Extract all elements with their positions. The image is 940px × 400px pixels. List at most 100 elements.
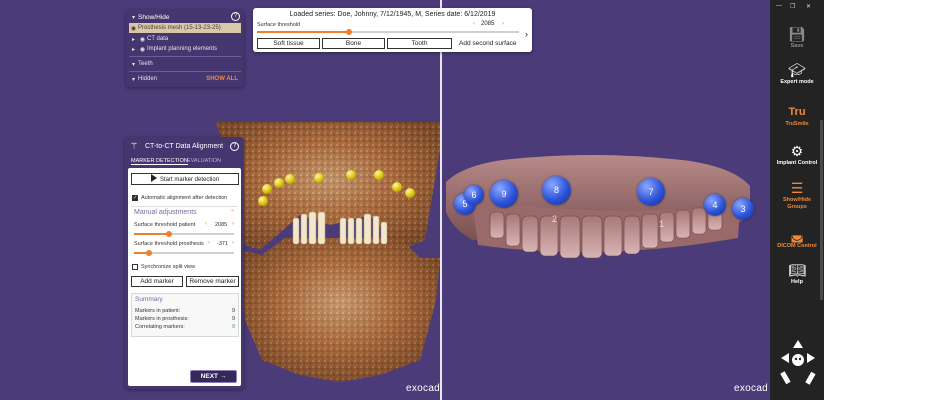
next-label: NEXT (200, 373, 219, 380)
wizard-navigation-icon[interactable] (779, 338, 817, 386)
sidebar-item-help[interactable]: 📖︎ Help (770, 262, 824, 286)
eye-icon[interactable]: ◉ (138, 46, 147, 53)
start-button-label: Start marker detection (159, 177, 220, 183)
add-second-surface-button[interactable]: Add second surface (459, 40, 516, 47)
window-background (824, 0, 940, 400)
decrease-icon[interactable]: ‹ (205, 221, 207, 227)
sidebar-item-trusmile[interactable]: Tru TruSmile (770, 104, 824, 128)
prosthesis-marker-4[interactable]: 4 (704, 194, 726, 216)
threshold-value: 2085 (481, 21, 495, 27)
ct-marker (258, 196, 268, 206)
auto-align-label: Automatic alignment after detection (141, 195, 228, 201)
eye-icon[interactable]: ◉ (129, 25, 138, 32)
sidebar-item-save[interactable]: 💾︎ Save (770, 26, 824, 50)
ct-alignment-panel: ⚚ CT-to-CT Data Alignment ? MARKER DETEC… (125, 137, 244, 389)
tab-evaluation[interactable]: EVALUATION (187, 158, 221, 164)
dicom-icon: ◛ (790, 226, 804, 242)
show-hide-item-implant-planning[interactable]: ▸ ◉ Implant planning elements (129, 44, 241, 54)
increase-icon[interactable]: › (232, 240, 234, 246)
prosthesis-threshold-slider[interactable] (134, 250, 234, 256)
sidebar-item-label: Help (791, 279, 803, 285)
increase-icon[interactable]: › (232, 221, 234, 227)
series-toolbar: Loaded series: Doe, Johnny, 7/12/1945, M… (253, 8, 532, 52)
prosthesis-marker-6[interactable]: 6 (464, 185, 484, 205)
show-hide-item-label: Teeth (138, 61, 153, 67)
prosthesis-marker-9[interactable]: 9 (490, 180, 518, 208)
eye-icon[interactable]: ◉ (138, 36, 147, 43)
tooth-button[interactable]: Tooth (387, 38, 452, 49)
show-hide-title: Show/Hide (138, 13, 170, 21)
sidebar-item-dicom-control[interactable]: ◛ DICOM Control (770, 226, 824, 250)
start-marker-detection-button[interactable]: Start marker detection (131, 173, 239, 185)
ct-marker (392, 182, 402, 192)
patient-threshold-slider[interactable] (134, 231, 234, 237)
summary-label: Correlating markers: (135, 324, 185, 330)
slider-knob[interactable] (166, 231, 172, 237)
add-marker-button[interactable]: Add marker (131, 276, 183, 287)
show-hide-item-ct-data[interactable]: ▸ ◉ CT data (129, 34, 241, 44)
sidebar-item-label: TruSmile (785, 121, 809, 127)
help-icon[interactable]: ? (230, 142, 239, 151)
exocad-watermark: exocad (406, 383, 440, 394)
ct-marker (405, 188, 415, 198)
summary-value: 9 (231, 324, 235, 330)
sidebar-item-implant-control[interactable]: ⚙︎ Implant Control (770, 143, 824, 167)
slider-knob[interactable] (146, 250, 152, 256)
manual-adjustments-title: Manual adjustments (134, 209, 197, 216)
sidebar-item-label: Save (790, 43, 804, 49)
show-hide-item-label: Implant planning elements (147, 46, 218, 52)
ct-marker (314, 173, 324, 183)
ct-panel-title: CT-to-CT Data Alignment (145, 143, 224, 150)
soft-tissue-button[interactable]: Soft tissue (257, 38, 320, 49)
divider (131, 206, 238, 207)
prosthesis-marker-3[interactable]: 3 (732, 198, 754, 220)
increase-icon[interactable]: › (502, 21, 504, 27)
show-hide-item-teeth[interactable]: ▾ Teeth (129, 59, 241, 69)
slider-label: Surface threshold prosthesis (134, 241, 204, 247)
slider-fill (257, 31, 349, 33)
show-hide-item-prosthesis[interactable]: ◉ Prosthesis mesh (15-13-23-25) (129, 23, 241, 33)
prosthesis-marker-7[interactable]: 7 (637, 178, 665, 206)
restore-icon[interactable]: ❐ (790, 3, 795, 10)
show-hide-header[interactable]: ▾ Show/Hide (129, 12, 241, 22)
magic-wand-icon: ⚚ (130, 141, 139, 151)
bone-button[interactable]: Bone (322, 38, 385, 49)
chevron-down-icon: ▾ (131, 76, 135, 83)
auto-align-checkbox[interactable]: ✓ (132, 195, 138, 201)
slider-knob[interactable] (345, 29, 352, 35)
summary-value: 9 (231, 308, 235, 314)
summary-box: Summary Markers in patient: 9 Markers in… (131, 293, 239, 337)
close-icon[interactable]: ✕ (806, 3, 811, 10)
arrow-right-icon: → (218, 373, 227, 380)
save-icon: 💾︎ (788, 26, 806, 42)
chevron-right-icon: ▸ (131, 36, 135, 43)
sidebar-item-show-hide-groups[interactable]: ☰ Show/Hide Groups (770, 180, 824, 211)
chevron-up-icon[interactable]: ⌃ (230, 209, 235, 216)
back-button[interactable]: ← BACK (143, 374, 170, 381)
sync-split-view-checkbox[interactable] (132, 264, 138, 270)
show-all-button[interactable]: SHOW ALL (206, 76, 238, 82)
threshold-label: Surface threshold (257, 22, 301, 28)
sidebar-item-expert-mode[interactable]: 🎓︎ Expert mode (770, 62, 824, 86)
exocad-watermark: exocad (734, 383, 769, 394)
summary-label: Markers in patient: (135, 308, 181, 314)
remove-marker-button[interactable]: Remove marker (186, 276, 239, 287)
slider-value: 2085 (215, 222, 228, 228)
help-icon[interactable]: ? (231, 12, 240, 21)
minimize-icon[interactable]: — (776, 3, 782, 9)
decrease-icon[interactable]: ‹ (208, 240, 210, 246)
threshold-slider[interactable] (257, 29, 519, 35)
decrease-icon[interactable]: ‹ (473, 21, 475, 27)
jaw-label-2: 2 (552, 214, 558, 224)
prosthesis-marker-8[interactable]: 8 (542, 176, 571, 205)
tab-marker-detection[interactable]: MARKER DETECTION (131, 158, 188, 165)
right-3d-viewport[interactable]: 5 6 9 8 7 4 3 2 1 exocad (442, 0, 770, 400)
divider (129, 71, 241, 72)
back-label: BACK (151, 374, 171, 381)
next-button[interactable]: NEXT → (190, 370, 237, 383)
sidebar-item-label: Show/Hide Groups (782, 197, 812, 210)
slider-fill (134, 233, 169, 235)
ct-marker (346, 170, 356, 180)
sidebar-scrollbar[interactable] (820, 120, 823, 300)
chevron-right-icon[interactable]: › (525, 29, 528, 39)
